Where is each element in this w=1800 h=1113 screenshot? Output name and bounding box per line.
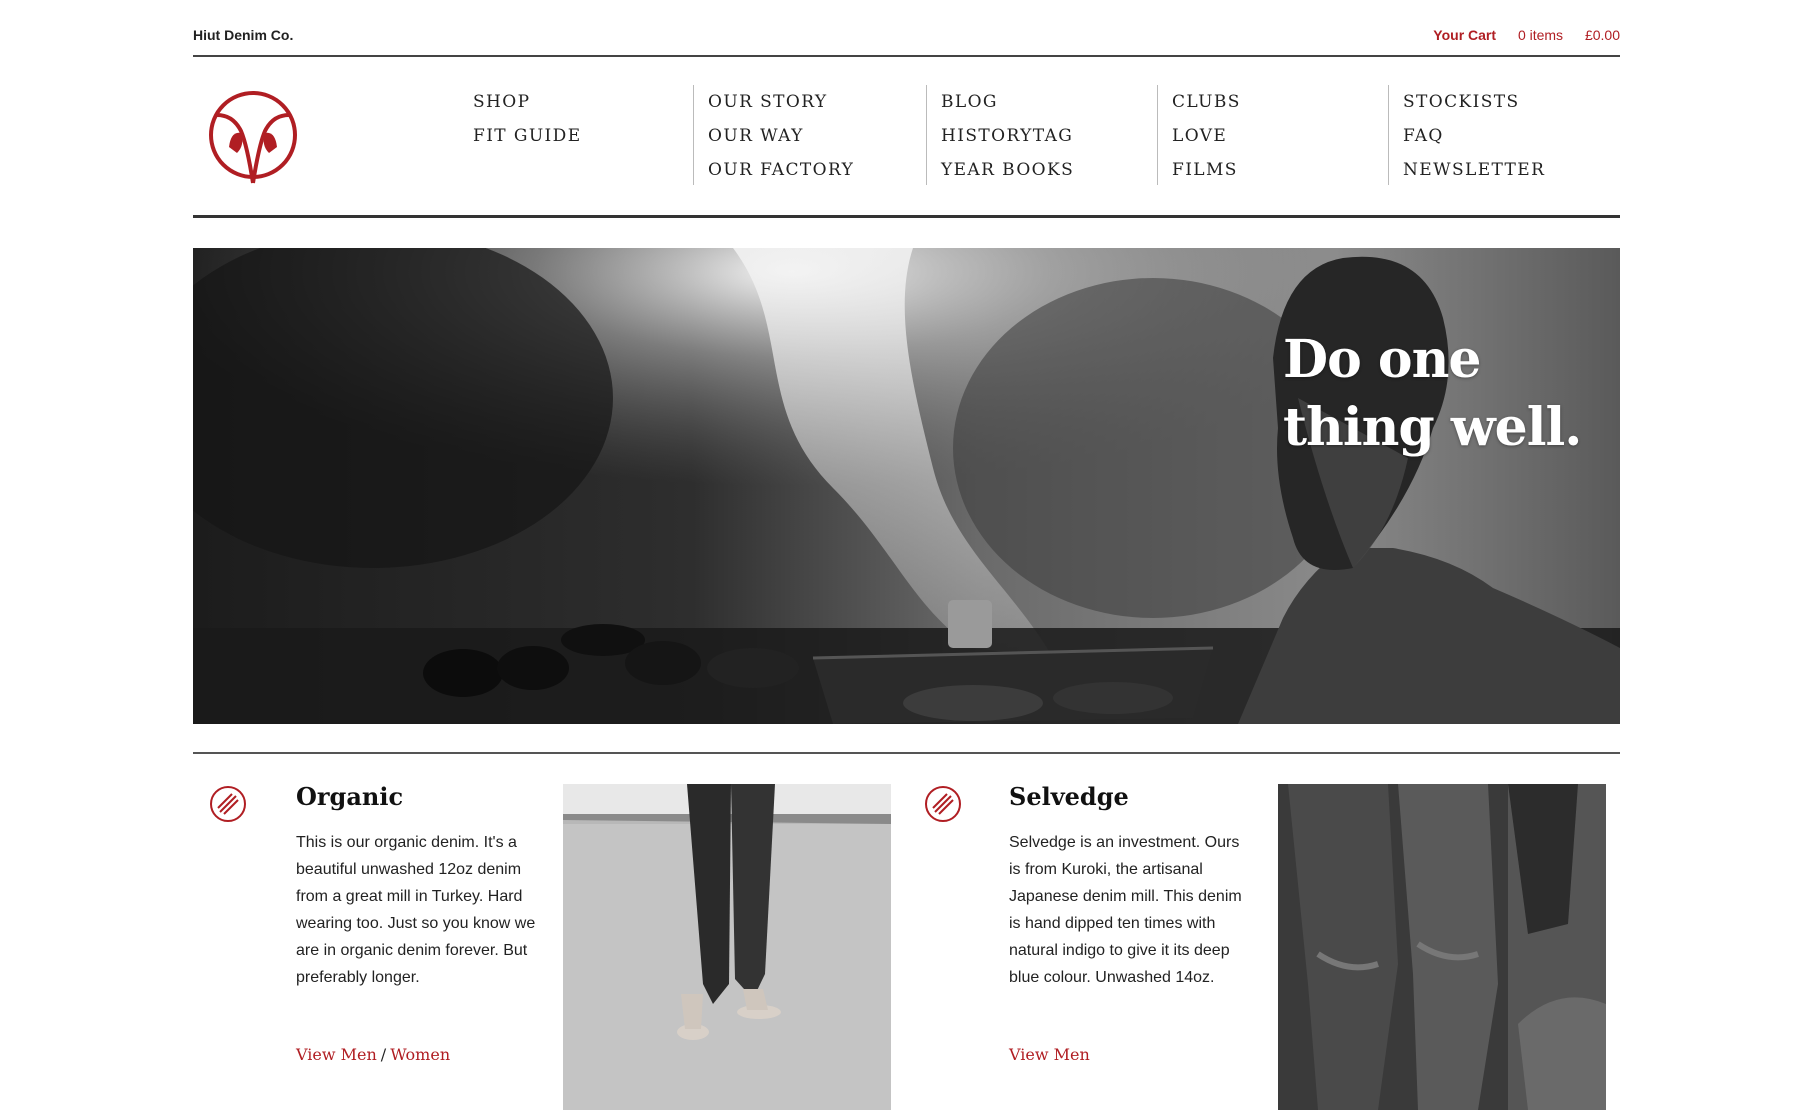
hero-headline: Do one thing well. <box>1283 326 1613 462</box>
nav-love[interactable]: LOVE <box>1172 119 1241 153</box>
organic-product-photo[interactable] <box>563 784 891 1110</box>
hero-headline-line-1: Do one <box>1283 329 1481 390</box>
content-divider <box>193 752 1620 754</box>
nav-our-way[interactable]: OUR WAY <box>708 119 854 153</box>
link-separator: / <box>380 1045 387 1064</box>
cart-label[interactable]: Your Cart <box>1433 27 1496 43</box>
product-links: View Men / Women <box>296 1045 450 1064</box>
nav-fit-guide[interactable]: FIT GUIDE <box>473 119 582 153</box>
nav-year-books[interactable]: YEAR BOOKS <box>941 153 1074 187</box>
cart-items[interactable]: 0 items <box>1518 27 1563 43</box>
site-header: SHOP FIT GUIDE OUR STORY OUR WAY OUR FAC… <box>193 57 1620 215</box>
brand-name[interactable]: Hiut Denim Co. <box>193 27 293 43</box>
nav-column-clubs: CLUBS LOVE FILMS <box>1157 85 1241 185</box>
selvedge-product-photo[interactable] <box>1278 784 1606 1110</box>
nav-column-story: OUR STORY OUR WAY OUR FACTORY <box>693 85 854 185</box>
hero-headline-line-2: thing well. <box>1283 397 1582 458</box>
page: Hiut Denim Co. Your Cart 0 items £0.00 S… <box>193 0 1620 1113</box>
nav-newsletter[interactable]: NEWSLETTER <box>1403 153 1545 187</box>
nav-our-factory[interactable]: OUR FACTORY <box>708 153 854 187</box>
cart-summary[interactable]: Your Cart 0 items £0.00 <box>1433 27 1620 43</box>
product-links: View Men <box>1009 1045 1090 1064</box>
owl-v-logo-icon[interactable] <box>207 87 299 187</box>
product-title: Selvedge <box>1009 782 1129 811</box>
nav-clubs[interactable]: CLUBS <box>1172 85 1241 119</box>
nav-shop[interactable]: SHOP <box>473 85 582 119</box>
hero-banner[interactable]: Do one thing well. <box>193 248 1620 724</box>
nav-faq[interactable]: FAQ <box>1403 119 1545 153</box>
product-description: This is our organic denim. It's a beauti… <box>296 834 536 986</box>
product-title: Organic <box>296 782 404 811</box>
header-divider <box>193 215 1620 218</box>
view-men-link[interactable]: View Men <box>1009 1045 1090 1064</box>
view-women-link[interactable]: Women <box>390 1045 450 1064</box>
nav-films[interactable]: FILMS <box>1172 153 1241 187</box>
view-men-link[interactable]: View Men <box>296 1045 377 1064</box>
hero-photo <box>193 248 1620 724</box>
nav-column-stockists: STOCKISTS FAQ NEWSLETTER <box>1388 85 1545 185</box>
striped-circle-icon <box>209 785 247 823</box>
nav-column-shop: SHOP FIT GUIDE <box>473 85 582 185</box>
nav-our-story[interactable]: OUR STORY <box>708 85 854 119</box>
nav-blog[interactable]: BLOG <box>941 85 1074 119</box>
nav-column-blog: BLOG HISTORYTAG YEAR BOOKS <box>926 85 1074 185</box>
nav-stockists[interactable]: STOCKISTS <box>1403 85 1545 119</box>
striped-circle-icon <box>924 785 962 823</box>
main-nav: SHOP FIT GUIDE OUR STORY OUR WAY OUR FAC… <box>473 85 1620 205</box>
nav-historytag[interactable]: HISTORYTAG <box>941 119 1074 153</box>
top-bar: Hiut Denim Co. Your Cart 0 items £0.00 <box>193 25 1620 55</box>
product-description: Selvedge is an investment. Ours is from … <box>1009 834 1242 986</box>
cart-total[interactable]: £0.00 <box>1585 27 1620 43</box>
